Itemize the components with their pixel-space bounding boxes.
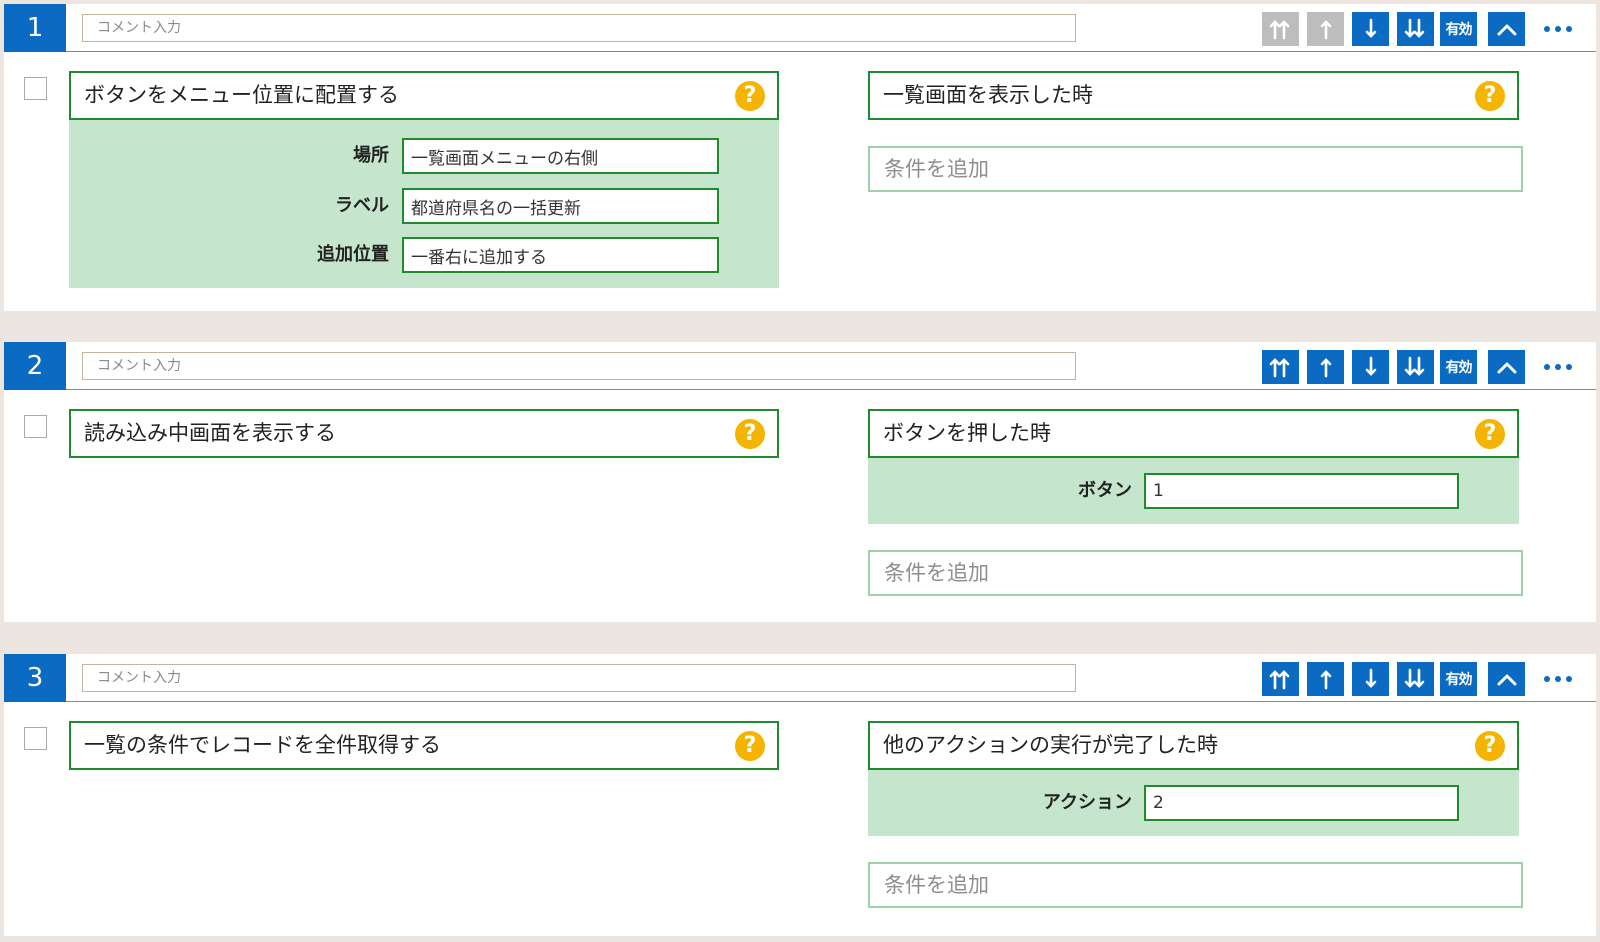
add-condition-button[interactable]: 条件を追加 — [868, 146, 1523, 192]
help-icon[interactable]: ? — [1475, 731, 1505, 761]
action-title: 一覧の条件でレコードを全件取得する — [84, 733, 441, 757]
param-label: アクション — [1042, 792, 1132, 813]
more-options-icon — [1555, 26, 1561, 32]
move-to-bottom-icon — [1404, 18, 1424, 38]
rule-card: 1 有効 ボタンをメニュー位置に配置する ? 場所 — [4, 4, 1596, 311]
collapse-button[interactable] — [1488, 350, 1525, 384]
trigger-select[interactable]: ボタンを押した時 ? — [868, 409, 1519, 458]
enable-toggle-button[interactable]: 有効 — [1440, 350, 1477, 384]
more-options-icon — [1544, 676, 1550, 682]
move-up-icon — [1320, 670, 1331, 690]
enable-toggle-button[interactable]: 有効 — [1440, 12, 1477, 46]
trigger-title: 他のアクションの実行が完了した時 — [883, 733, 1218, 757]
action-select[interactable]: 一覧の条件でレコードを全件取得する ? — [69, 721, 779, 770]
move-down-icon — [1365, 668, 1376, 688]
move-to-bottom-icon — [1404, 668, 1424, 688]
comment-input[interactable] — [82, 352, 1076, 380]
add-condition-button[interactable]: 条件を追加 — [868, 550, 1523, 596]
rule-number: 2 — [4, 342, 66, 390]
rule-select-checkbox[interactable] — [24, 77, 47, 100]
param-label: 追加位置 — [317, 244, 389, 265]
trigger-select[interactable]: 他のアクションの実行が完了した時 ? — [868, 721, 1519, 770]
param-value-input[interactable] — [402, 237, 719, 273]
trigger-title: 一覧画面を表示した時 — [883, 83, 1093, 107]
param-value-input[interactable] — [402, 188, 719, 224]
rule-number: 1 — [4, 4, 66, 52]
comment-input[interactable] — [82, 14, 1076, 42]
collapse-button[interactable] — [1488, 12, 1525, 46]
param-label: ラベル — [335, 195, 389, 216]
action-title: 読み込み中画面を表示する — [84, 421, 336, 445]
more-options-icon — [1544, 364, 1550, 370]
param-label: 場所 — [353, 145, 389, 166]
help-icon[interactable]: ? — [1475, 419, 1505, 449]
more-options-button[interactable] — [1536, 12, 1580, 46]
more-options-button[interactable] — [1536, 350, 1580, 384]
param-label: ボタン — [1078, 480, 1132, 501]
action-params-panel: 場所 ラベル 追加位置 — [69, 120, 779, 288]
param-row: 場所 — [69, 138, 779, 174]
rule-card: 2 有効 読み込み中画面を表示する ? ボタンを押した時 ? — [4, 342, 1596, 622]
move-up-button[interactable] — [1307, 12, 1344, 46]
more-options-icon — [1566, 26, 1572, 32]
collapse-chevron-icon — [1497, 362, 1516, 374]
help-icon[interactable]: ? — [1475, 81, 1505, 111]
more-options-icon — [1544, 26, 1550, 32]
move-to-bottom-button[interactable] — [1397, 12, 1434, 46]
more-options-button[interactable] — [1536, 662, 1580, 696]
more-options-icon — [1555, 676, 1561, 682]
more-options-icon — [1555, 364, 1561, 370]
collapse-chevron-icon — [1497, 674, 1516, 686]
move-to-bottom-button[interactable] — [1397, 662, 1434, 696]
rule-header: 2 有効 — [4, 342, 1596, 390]
move-down-button[interactable] — [1352, 350, 1389, 384]
rule-number: 3 — [4, 654, 66, 702]
action-select[interactable]: 読み込み中画面を表示する ? — [69, 409, 779, 458]
move-down-icon — [1365, 356, 1376, 376]
move-down-button[interactable] — [1352, 662, 1389, 696]
move-to-top-icon — [1269, 358, 1289, 378]
trigger-title: ボタンを押した時 — [883, 421, 1051, 445]
param-row: アクション — [868, 785, 1519, 821]
more-options-icon — [1566, 676, 1572, 682]
move-down-button[interactable] — [1352, 12, 1389, 46]
param-value-input[interactable] — [1144, 473, 1459, 509]
param-row: ラベル — [69, 188, 779, 224]
rule-card: 3 有効 一覧の条件でレコードを全件取得する ? 他のアクションの実行が完了した… — [4, 654, 1596, 936]
move-to-top-icon — [1269, 20, 1289, 40]
add-condition-button[interactable]: 条件を追加 — [868, 862, 1523, 908]
move-to-top-button[interactable] — [1262, 12, 1299, 46]
rule-header: 1 有効 — [4, 4, 1596, 52]
trigger-params-panel: ボタン — [868, 458, 1519, 524]
param-row: 追加位置 — [69, 237, 779, 273]
move-down-icon — [1365, 18, 1376, 38]
trigger-select[interactable]: 一覧画面を表示した時 ? — [868, 71, 1519, 120]
action-select[interactable]: ボタンをメニュー位置に配置する ? — [69, 71, 779, 120]
move-to-bottom-button[interactable] — [1397, 350, 1434, 384]
move-up-button[interactable] — [1307, 350, 1344, 384]
move-to-top-button[interactable] — [1262, 350, 1299, 384]
help-icon[interactable]: ? — [735, 419, 765, 449]
help-icon[interactable]: ? — [735, 81, 765, 111]
rule-header: 3 有効 — [4, 654, 1596, 702]
trigger-params-panel: アクション — [868, 770, 1519, 836]
move-to-top-icon — [1269, 670, 1289, 690]
param-row: ボタン — [868, 473, 1519, 509]
param-value-input[interactable] — [402, 138, 719, 174]
collapse-chevron-icon — [1497, 24, 1516, 36]
move-to-top-button[interactable] — [1262, 662, 1299, 696]
param-value-input[interactable] — [1144, 785, 1459, 821]
help-icon[interactable]: ? — [735, 731, 765, 761]
comment-input[interactable] — [82, 664, 1076, 692]
rule-select-checkbox[interactable] — [24, 727, 47, 750]
more-options-icon — [1566, 364, 1572, 370]
collapse-button[interactable] — [1488, 662, 1525, 696]
enable-toggle-button[interactable]: 有効 — [1440, 662, 1477, 696]
move-up-icon — [1320, 358, 1331, 378]
move-up-icon — [1320, 20, 1331, 40]
move-up-button[interactable] — [1307, 662, 1344, 696]
rule-select-checkbox[interactable] — [24, 415, 47, 438]
action-title: ボタンをメニュー位置に配置する — [84, 83, 399, 107]
move-to-bottom-icon — [1404, 356, 1424, 376]
